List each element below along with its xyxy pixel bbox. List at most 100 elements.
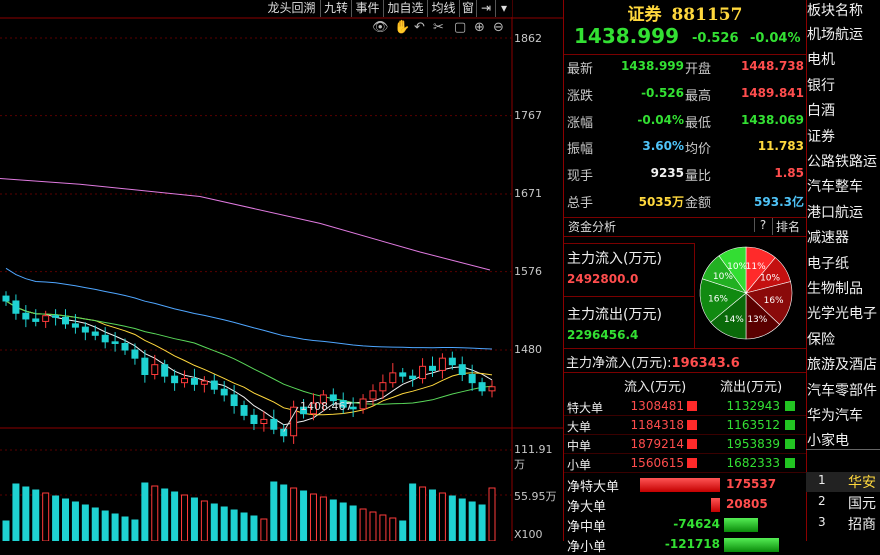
eye-icon[interactable]: 👁 <box>372 20 389 35</box>
candle-body <box>22 312 30 320</box>
volume-bar <box>62 498 70 541</box>
zoom-in-icon[interactable]: ⊕ <box>474 20 485 35</box>
sector-item[interactable]: 电机 <box>807 49 835 69</box>
sector-item[interactable]: 机场航运 <box>807 24 863 44</box>
hand-icon[interactable]: ✋ <box>394 20 410 35</box>
candle-body <box>52 315 60 318</box>
candle-body <box>81 326 89 333</box>
fund-help-button[interactable]: ? <box>754 218 771 232</box>
sector-item[interactable]: 白酒 <box>807 100 835 120</box>
quote-value: 1438.999 <box>620 59 684 73</box>
sector-item[interactable]: 小家电 <box>807 430 849 450</box>
volume-bar <box>32 489 40 541</box>
candle-body <box>151 364 159 376</box>
volume-bar <box>488 487 496 541</box>
sector-item[interactable]: 华为汽车 <box>807 405 863 425</box>
volume-bar <box>2 520 10 541</box>
sector-item[interactable]: 证券 <box>807 126 835 146</box>
volume-bar <box>468 501 476 541</box>
flow-in-indicator <box>687 420 697 430</box>
sector-item[interactable]: 电子纸 <box>807 253 849 273</box>
add-watchlist-button[interactable]: 加自选 <box>384 0 428 17</box>
flow-in-indicator <box>687 401 697 411</box>
stock-rank: 1 <box>818 473 826 487</box>
volume-bar <box>141 482 149 541</box>
event-button[interactable]: 事件 <box>352 0 384 17</box>
sector-item[interactable]: 保险 <box>807 329 835 349</box>
stock-row[interactable]: 1 华安 <box>806 472 880 492</box>
candle-body <box>458 364 466 376</box>
sector-item[interactable]: 旅游及酒店 <box>807 354 877 374</box>
kline-chart[interactable]: 龙头回溯 九转 事件 加自选 均线 窗 ⇥ ▾ 👁 ✋ ↶ ✂ ▢ ⊕ ⊖ 18… <box>0 0 563 541</box>
sector-item[interactable]: 汽车整车 <box>807 176 863 196</box>
price-change: -0.526 <box>692 31 739 46</box>
volume-bar <box>240 512 248 541</box>
volume-bar <box>22 486 30 541</box>
candle-body <box>141 357 149 376</box>
chart-toolbar: 龙头回溯 九转 事件 加自选 均线 窗 ⇥ ▾ <box>263 0 513 18</box>
flow-col-in: 流入(万元) <box>624 380 687 395</box>
flow-out-value: 1682333 <box>726 456 780 470</box>
net-flow-bar <box>710 498 720 512</box>
stock-header: 证券 881157 <box>564 0 806 25</box>
net-flow-bar <box>640 478 720 492</box>
flow-out-indicator <box>785 420 795 430</box>
candle-body <box>468 374 476 384</box>
candle-body <box>111 341 119 344</box>
volume-bar <box>369 511 377 541</box>
main-outflow-label: 主力流出(万元) <box>567 307 662 323</box>
dropdown-icon[interactable]: ▾ <box>496 0 512 17</box>
sector-item[interactable]: 减速器 <box>807 227 849 247</box>
stock-rank: 3 <box>818 515 826 529</box>
quote-label: 开盘 <box>685 62 712 77</box>
sector-item[interactable]: 港口航运 <box>807 202 863 222</box>
chart-canvas <box>0 0 563 541</box>
sector-item[interactable]: 光学光电子 <box>807 303 877 323</box>
net-flow-label: 净特大单 <box>567 480 620 495</box>
zoom-out-icon[interactable]: ⊖ <box>493 20 504 35</box>
quote-value: 1489.841 <box>740 85 804 100</box>
net-flow-bar <box>724 538 780 552</box>
quote-label: 最新 <box>567 62 594 77</box>
volume-bar <box>121 516 129 541</box>
volume-bar <box>260 518 268 541</box>
flow-row-label: 特大单 <box>567 401 604 415</box>
net-flow-label: 净小单 <box>567 540 607 555</box>
sector-item[interactable]: 生物制品 <box>807 278 863 298</box>
candle-body <box>428 365 436 371</box>
undo-icon[interactable]: ↶ <box>414 20 425 35</box>
dragon-trace-button[interactable]: 龙头回溯 <box>263 0 321 17</box>
net-flow-bar <box>724 518 758 532</box>
sector-item[interactable]: 银行 <box>807 75 835 95</box>
price-label-2: 1767 <box>514 109 542 122</box>
stock-row[interactable]: 3 招商 <box>806 514 880 534</box>
candle-body <box>280 428 288 437</box>
volume-bar <box>52 495 60 541</box>
fund-rank-button[interactable]: 排名 <box>772 218 803 235</box>
flow-in-value: 1184318 <box>630 418 684 432</box>
pie-label: 16% <box>708 294 728 304</box>
volume-bar <box>300 490 308 541</box>
volume-bar <box>359 508 367 541</box>
window-button[interactable]: 窗 <box>460 0 477 17</box>
flow-row-label: 大单 <box>567 420 592 434</box>
sector-item[interactable]: 公路铁路运 <box>807 151 877 171</box>
candle-body <box>71 323 79 328</box>
stock-row[interactable]: 2 国元 <box>806 493 880 513</box>
moving-average-button[interactable]: 均线 <box>428 0 460 17</box>
pin-right-icon[interactable]: ⇥ <box>477 0 496 17</box>
price-label-4: 1576 <box>514 265 542 278</box>
volume-bar <box>329 499 337 541</box>
net-inflow-value: 196343.6 <box>671 356 740 371</box>
square-icon[interactable]: ▢ <box>454 20 466 35</box>
stock-name: 招商 <box>848 517 876 533</box>
main-outflow-value: 2296456.4 <box>567 328 639 342</box>
nine-turn-button[interactable]: 九转 <box>321 0 352 17</box>
cut-icon[interactable]: ✂ <box>433 20 444 35</box>
candle-body <box>32 318 40 322</box>
volume-bar <box>171 491 179 541</box>
sector-item[interactable]: 汽车零部件 <box>807 380 877 400</box>
quote-value: 3.60% <box>642 139 684 154</box>
volume-bar <box>111 513 119 541</box>
candle-body <box>91 331 99 336</box>
